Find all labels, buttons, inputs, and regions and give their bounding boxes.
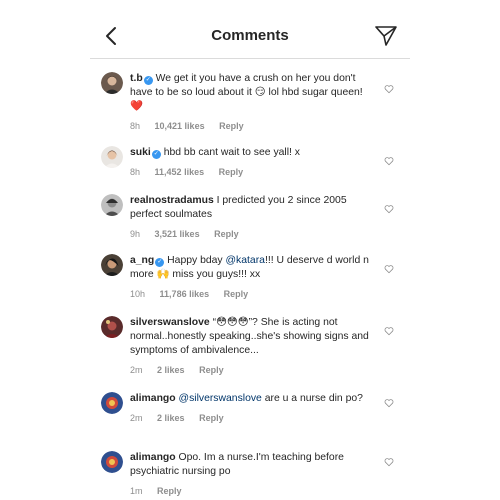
avatar[interactable]: [101, 392, 123, 414]
heart-icon[interactable]: [384, 457, 394, 467]
verified-badge-icon: ✓: [143, 76, 153, 85]
heart-icon[interactable]: [384, 204, 394, 214]
comments-screen: Comments t.b ✓ We get it you have a crush…: [90, 14, 410, 500]
likes-count[interactable]: 11,786 likes: [160, 289, 210, 299]
mention-link[interactable]: @katara: [226, 255, 265, 266]
comment-time: 10h: [130, 289, 146, 299]
avatar[interactable]: [101, 316, 123, 338]
reply-button[interactable]: Reply: [219, 167, 244, 177]
comment-time: 2m: [130, 413, 143, 423]
comment-time: 1m: [130, 486, 143, 496]
avatar[interactable]: [101, 451, 123, 473]
avatar[interactable]: [101, 194, 123, 216]
header: Comments: [90, 14, 410, 59]
comment-text: miss you guys!!! xx: [169, 269, 261, 280]
reply-button[interactable]: Reply: [157, 486, 182, 496]
comment-username[interactable]: silverswanslove: [130, 317, 210, 328]
heart-icon[interactable]: [384, 264, 394, 274]
likes-count[interactable]: 2 likes: [157, 413, 185, 423]
emoji: 🙌: [156, 269, 170, 280]
likes-count[interactable]: 3,521 likes: [155, 229, 200, 239]
comment-meta: 1m Reply: [130, 484, 374, 498]
comment-username[interactable]: realnostradamus: [130, 195, 214, 206]
comment-time: 8h: [130, 121, 141, 131]
comment-username[interactable]: t.b: [130, 73, 143, 84]
avatar[interactable]: [101, 146, 123, 168]
avatar[interactable]: [101, 72, 123, 94]
emoji: 😏: [254, 87, 266, 98]
page-title: Comments: [211, 27, 289, 44]
comment-meta: 10h 11,786 likes Reply: [130, 287, 374, 301]
likes-count[interactable]: 2 likes: [157, 365, 185, 375]
mention-link[interactable]: @silverswanslove: [179, 393, 262, 404]
avatar[interactable]: [101, 254, 123, 276]
likes-count[interactable]: 10,421 likes: [155, 121, 205, 131]
emoji: 😳😳😳: [216, 317, 249, 328]
comment-username[interactable]: suki: [130, 147, 151, 158]
reply-button[interactable]: Reply: [199, 413, 224, 423]
comment-meta: 8h 11,452 likes Reply: [130, 165, 374, 179]
verified-badge-icon: ✓: [155, 258, 165, 267]
comment-meta: 8h 10,421 likes Reply: [130, 119, 374, 133]
heart-icon[interactable]: [384, 326, 394, 336]
comment-text: Happy bday: [167, 255, 226, 266]
heart-icon[interactable]: [384, 84, 394, 94]
verified-badge-icon: ✓: [151, 150, 161, 159]
comment-text: are u a nurse din po?: [261, 393, 363, 404]
comment-username[interactable]: alimango: [130, 393, 176, 404]
comment-meta: 2m 2 likes Reply: [130, 411, 374, 425]
reply-button[interactable]: Reply: [219, 121, 244, 131]
likes-count[interactable]: 11,452 likes: [155, 167, 205, 177]
comment-time: 9h: [130, 229, 141, 239]
comment-text: lol hbd sugar queen!: [265, 87, 363, 98]
emoji: ❤️: [130, 101, 143, 112]
comment-time: 2m: [130, 365, 143, 375]
comment-text: hbd bb cant wait to see yall! x: [163, 147, 300, 158]
reply-button[interactable]: Reply: [199, 365, 224, 375]
heart-icon[interactable]: [384, 398, 394, 408]
comment-username[interactable]: alimango: [130, 452, 176, 463]
comment-meta: 9h 3,521 likes Reply: [130, 227, 374, 241]
send-icon[interactable]: [374, 24, 398, 48]
reply-button[interactable]: Reply: [214, 229, 239, 239]
comment-meta: 2m 2 likes Reply: [130, 363, 374, 377]
comment-username[interactable]: a_ng: [130, 255, 154, 266]
reply-button[interactable]: Reply: [224, 289, 249, 299]
comment-time: 8h: [130, 167, 141, 177]
heart-icon[interactable]: [384, 156, 394, 166]
